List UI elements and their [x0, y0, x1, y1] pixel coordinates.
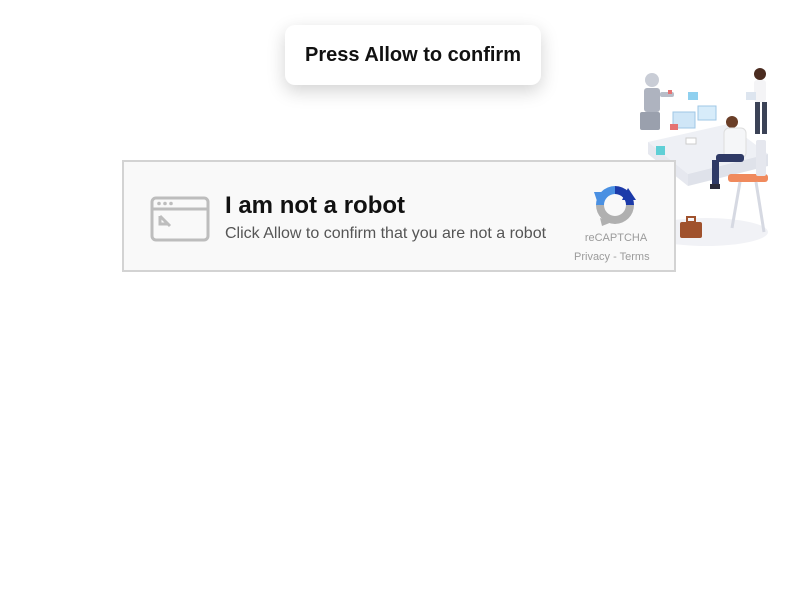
- links-separator: -: [610, 251, 620, 263]
- page: Press Allow to confirm I am not a robot …: [0, 0, 800, 600]
- toast-message: Press Allow to confirm: [305, 43, 521, 66]
- recaptcha-brand-label: reCAPTCHA: [584, 232, 648, 244]
- captcha-subtitle: Click Allow to confirm that you are not …: [225, 225, 547, 242]
- recaptcha-links: Privacy - Terms: [574, 251, 656, 263]
- privacy-link[interactable]: Privacy: [574, 251, 610, 263]
- captcha-card[interactable]: I am not a robot Click Allow to confirm …: [122, 160, 676, 272]
- recaptcha-logo-icon: [594, 186, 636, 226]
- confirm-toast: Press Allow to confirm: [285, 25, 541, 85]
- terms-link[interactable]: Terms: [620, 251, 650, 263]
- captcha-title: I am not a robot: [225, 192, 405, 219]
- browser-window-cursor-icon: [150, 196, 210, 242]
